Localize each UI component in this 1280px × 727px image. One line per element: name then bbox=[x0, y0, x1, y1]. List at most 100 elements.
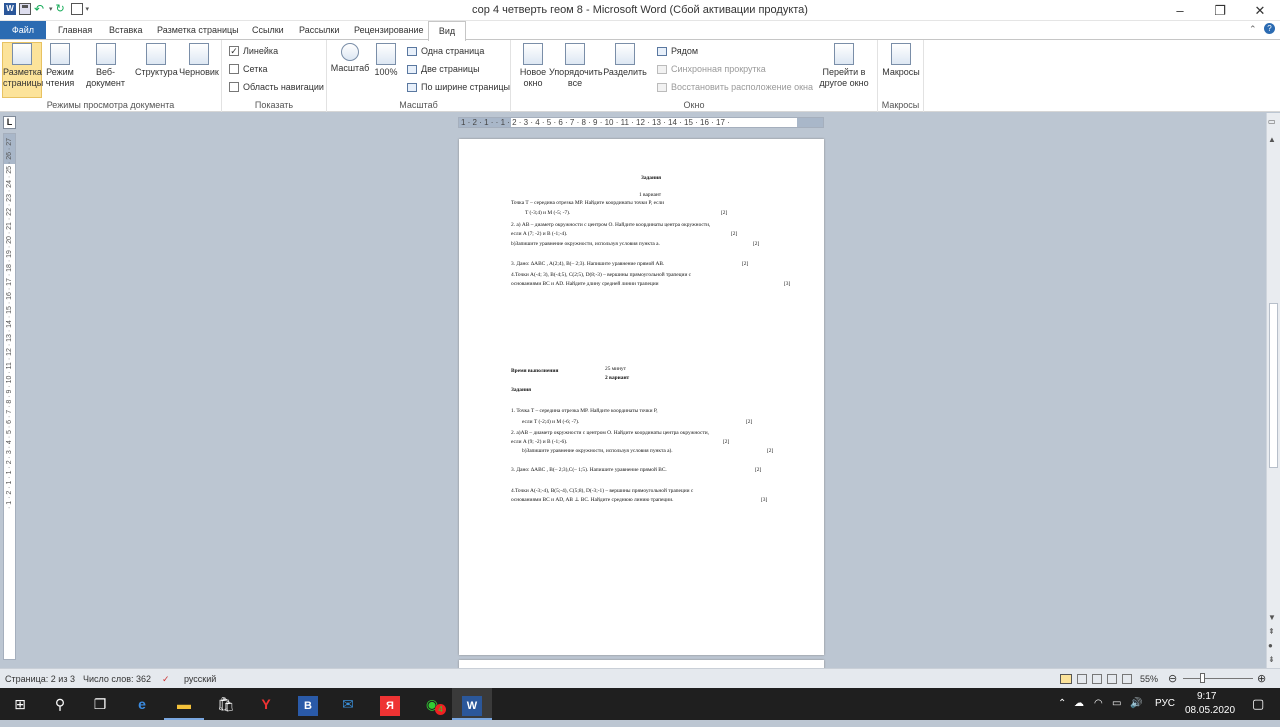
action-center-icon[interactable]: ▢ bbox=[1252, 688, 1264, 720]
vertical-scrollbar[interactable]: ▭ ▲ ▼ ⇞ ● ⇟ bbox=[1266, 113, 1280, 668]
whatsapp-icon[interactable]: ◉ 4 bbox=[412, 688, 452, 720]
paragraph: 25 минут bbox=[605, 366, 626, 372]
web-layout-button[interactable]: Веб-документ bbox=[78, 43, 133, 89]
search-icon[interactable]: ⚲ bbox=[40, 688, 80, 720]
new-window-icon bbox=[523, 43, 543, 65]
print-layout-icon bbox=[12, 43, 32, 65]
zoom-button[interactable]: Масштаб bbox=[330, 43, 370, 74]
minimize-button[interactable]: – bbox=[1160, 0, 1200, 21]
draft-view-icon[interactable] bbox=[1122, 674, 1132, 684]
edge-icon[interactable]: e bbox=[122, 688, 162, 720]
help-icon[interactable]: ? bbox=[1264, 23, 1275, 34]
switch-windows-icon bbox=[834, 43, 854, 65]
store-icon[interactable]: 🛍 bbox=[206, 688, 246, 720]
print-layout-view-icon[interactable] bbox=[1060, 674, 1072, 684]
zoom-out-icon[interactable]: ⊖ bbox=[1168, 672, 1177, 685]
draft-button[interactable]: Черновик bbox=[178, 43, 220, 78]
battery-icon[interactable]: ▭ bbox=[1112, 688, 1121, 720]
collapse-ribbon-icon[interactable]: ⌃ bbox=[1249, 24, 1257, 35]
grid-checkbox[interactable]: Сетка bbox=[229, 64, 267, 74]
sync-scroll-button[interactable]: Синхронная прокрутка bbox=[657, 64, 766, 74]
tab-review[interactable]: Рецензирование bbox=[350, 23, 428, 37]
outline-button[interactable]: Структура bbox=[135, 43, 178, 78]
split-button[interactable]: Разделить bbox=[603, 43, 647, 78]
tab-home[interactable]: Главная bbox=[54, 23, 96, 37]
windows-start-icon[interactable]: ⊞ bbox=[0, 688, 40, 720]
status-bar: Страница: 2 из 3 Число слов: 362 ✓ русск… bbox=[0, 668, 1280, 688]
outline-view-icon[interactable] bbox=[1107, 674, 1117, 684]
volume-icon[interactable]: 🔊 bbox=[1130, 688, 1142, 720]
new-window-button[interactable]: Новое окно bbox=[515, 43, 551, 89]
yandex-icon[interactable]: Я bbox=[370, 688, 410, 720]
spellcheck-icon[interactable]: ✓ bbox=[162, 674, 170, 685]
one-page-button[interactable]: Одна страница bbox=[407, 46, 484, 56]
tab-insert[interactable]: Вставка bbox=[105, 23, 146, 37]
zoom-level[interactable]: 55% bbox=[1140, 674, 1158, 684]
paragraph: b)Запишите уравнение окружности, использ… bbox=[511, 241, 660, 247]
reset-window-position-button[interactable]: Восстановить расположение окна bbox=[657, 82, 813, 92]
tab-references[interactable]: Ссылки bbox=[248, 23, 288, 37]
word-count[interactable]: Число слов: 362 bbox=[83, 674, 151, 684]
tab-view[interactable]: Вид bbox=[428, 21, 466, 41]
language[interactable]: русский bbox=[184, 674, 216, 684]
document-page-next[interactable] bbox=[459, 660, 824, 668]
print-layout-button[interactable]: Разметка страницы bbox=[2, 42, 43, 98]
view-side-by-side-button[interactable]: Рядом bbox=[657, 46, 698, 56]
ruler-toggle-icon[interactable]: ▭ bbox=[1268, 117, 1276, 126]
heading: Задания bbox=[511, 387, 532, 393]
scroll-thumb[interactable] bbox=[1269, 303, 1278, 468]
score: [2] bbox=[742, 261, 749, 267]
browse-object-icon[interactable]: ● bbox=[1268, 641, 1273, 650]
zoom-100-button[interactable]: 100% bbox=[372, 43, 400, 78]
score: [2] bbox=[721, 210, 728, 216]
tab-stop-selector[interactable]: L bbox=[3, 116, 16, 129]
tab-file[interactable]: Файл bbox=[0, 21, 46, 40]
task-view-icon[interactable]: ❐ bbox=[80, 688, 120, 720]
score: [2] bbox=[746, 419, 753, 425]
arrange-all-button[interactable]: Упорядочить все bbox=[549, 43, 603, 89]
tab-mailings[interactable]: Рассылки bbox=[295, 23, 343, 37]
zoom-in-icon[interactable]: ⊕ bbox=[1257, 672, 1266, 685]
read-mode-view-icon[interactable] bbox=[1077, 674, 1087, 684]
vertical-ruler[interactable]: · 1 · 2 · 1 · 1 · 2 · 3 · 4 · 5 · 6 · 7 … bbox=[3, 133, 16, 660]
document-area[interactable]: Задания 1 вариант Точка Т – середина отр… bbox=[18, 131, 1266, 668]
tray-chevron-icon[interactable]: ⌃ bbox=[1058, 688, 1066, 720]
paragraph: T (-3;4) и M (-5; -7). bbox=[525, 210, 571, 216]
input-language[interactable]: РУС bbox=[1155, 688, 1175, 720]
scroll-down-icon[interactable]: ▼ bbox=[1268, 613, 1276, 622]
group-show: ✓ Линейка Сетка Область навигации Показат… bbox=[222, 40, 327, 112]
word-taskbar-icon[interactable]: W bbox=[452, 688, 492, 720]
tab-page-layout[interactable]: Разметка страницы bbox=[153, 23, 243, 37]
paragraph: 4.Точки A(-4; 3), B(-4;5), C(2;5), D(8;-… bbox=[511, 272, 692, 278]
scroll-up-icon[interactable]: ▲ bbox=[1268, 135, 1276, 144]
page-counter[interactable]: Страница: 2 из 3 bbox=[5, 674, 75, 684]
two-pages-button[interactable]: Две страницы bbox=[407, 64, 480, 74]
clock-date[interactable]: 08.05.2020 bbox=[1185, 695, 1235, 727]
document-page[interactable]: Задания 1 вариант Точка Т – середина отр… bbox=[459, 139, 824, 655]
file-explorer-icon[interactable]: ▬ bbox=[164, 688, 204, 720]
paragraph: Время выполнения bbox=[511, 368, 559, 374]
close-button[interactable]: ✕ bbox=[1240, 0, 1280, 21]
paragraph: основаниями BC и AD, AB ⊥ BC. Найдите ср… bbox=[511, 497, 674, 503]
paragraph: 3. Дано: ∆ABC , B(– 2;3),C(– 1;5). Напиш… bbox=[511, 467, 667, 473]
navigation-pane-checkbox[interactable]: Область навигации bbox=[229, 82, 324, 92]
maximize-button[interactable]: ❐ bbox=[1200, 0, 1240, 21]
web-view-icon[interactable] bbox=[1092, 674, 1102, 684]
zoom-slider[interactable] bbox=[1183, 678, 1253, 679]
onedrive-icon[interactable]: ☁ bbox=[1074, 688, 1084, 720]
yandex-browser-icon[interactable]: Y bbox=[246, 688, 286, 720]
side-by-side-icon bbox=[657, 46, 667, 56]
page-width-button[interactable]: По ширине страницы bbox=[407, 82, 510, 92]
ruler-checkbox[interactable]: ✓ Линейка bbox=[229, 46, 278, 56]
prev-page-icon[interactable]: ⇞ bbox=[1268, 627, 1275, 636]
macros-button[interactable]: Макросы bbox=[881, 43, 921, 78]
network-icon[interactable]: ◠ bbox=[1094, 688, 1103, 720]
group-label: Макросы bbox=[881, 100, 920, 110]
read-mode-button[interactable]: Режим чтения bbox=[44, 43, 76, 89]
switch-windows-button[interactable]: Перейти в другое окно bbox=[813, 43, 875, 89]
horizontal-ruler[interactable]: 1 · 2 · 1 · · 1 · 2 · 3 · 4 · 5 · 6 · 7 … bbox=[458, 117, 824, 128]
split-icon bbox=[615, 43, 635, 65]
next-page-icon[interactable]: ⇟ bbox=[1268, 655, 1275, 664]
vk-icon[interactable]: B bbox=[288, 688, 328, 720]
mail-icon[interactable]: ✉ bbox=[328, 688, 368, 720]
